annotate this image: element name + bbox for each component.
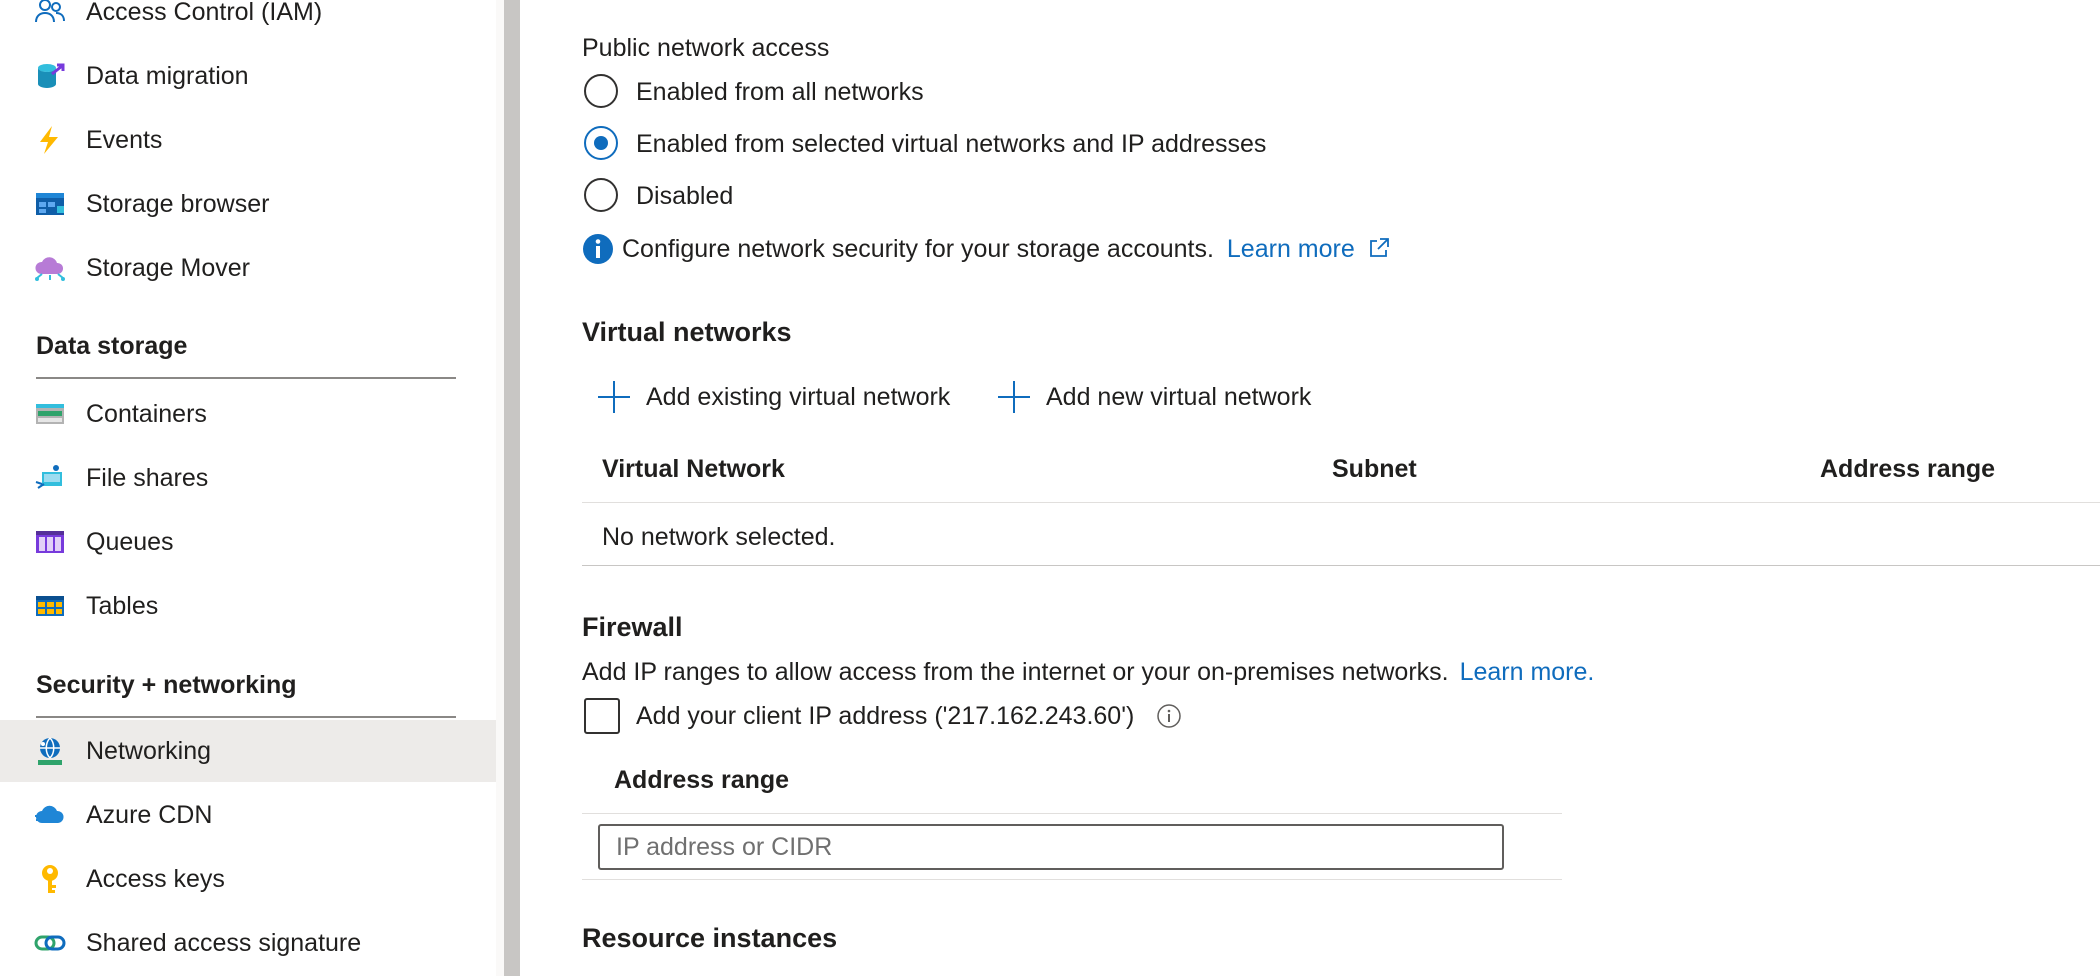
queues-icon: [34, 526, 66, 558]
sidebar-item-label: File shares: [86, 463, 209, 492]
sidebar-item-networking[interactable]: Networking: [0, 720, 496, 782]
firewall-table-divider: [582, 813, 1562, 814]
radio-label[interactable]: Disabled: [636, 182, 733, 211]
networking-settings-pane: Public network access Enabled from all n…: [520, 0, 2100, 976]
sidebar-item-access-control[interactable]: Access Control (IAM): [0, 0, 496, 43]
sidebar-item-events[interactable]: Events: [0, 109, 496, 171]
radio-enabled-selected-networks[interactable]: [584, 126, 618, 160]
firewall-description-line: Add IP ranges to allow access from the i…: [582, 658, 1594, 687]
info-text: Configure network security for your stor…: [622, 235, 1214, 263]
add-existing-virtual-network-button[interactable]: Add existing virtual network: [646, 383, 950, 412]
resource-menu-sidebar: Access Control (IAM) Data migration Even…: [0, 0, 496, 976]
access-keys-icon: [34, 863, 66, 895]
firewall-heading: Firewall: [582, 612, 683, 642]
sidebar-item-label: Containers: [86, 399, 207, 428]
sidebar-item-access-keys[interactable]: Access keys: [0, 848, 496, 910]
section-header-data-storage: Data storage: [36, 332, 188, 360]
sidebar-item-label: Access keys: [86, 864, 225, 893]
add-existing-plus-icon: [598, 381, 630, 413]
radio-enabled-all-networks[interactable]: [584, 74, 618, 108]
firewall-description: Add IP ranges to allow access from the i…: [582, 658, 1449, 686]
column-header-virtual-network[interactable]: Virtual Network: [602, 455, 785, 484]
shared-access-signature-icon: [34, 927, 66, 959]
events-bolt-icon: [34, 124, 66, 156]
azure-cdn-cloud-icon: [34, 799, 66, 831]
sidebar-item-label: Access Control (IAM): [86, 0, 323, 26]
sidebar-item-storage-browser[interactable]: Storage browser: [0, 173, 496, 235]
add-client-ip-checkbox[interactable]: [584, 698, 620, 734]
info-icon: [582, 233, 614, 265]
pane-resize-splitter[interactable]: [504, 0, 520, 976]
sidebar-item-data-migration[interactable]: Data migration: [0, 45, 496, 107]
sidebar-item-label: Azure CDN: [86, 800, 213, 829]
radio-label[interactable]: Enabled from all networks: [636, 78, 924, 107]
sidebar-edge: [496, 0, 504, 976]
radio-label[interactable]: Enabled from selected virtual networks a…: [636, 130, 1266, 159]
radio-disabled[interactable]: [584, 178, 618, 212]
tables-icon: [34, 590, 66, 622]
add-client-ip-label[interactable]: Add your client IP address ('217.162.243…: [636, 702, 1134, 731]
sidebar-item-label: Queues: [86, 527, 174, 556]
add-new-virtual-network-button[interactable]: Add new virtual network: [1046, 383, 1311, 412]
containers-icon: [34, 398, 66, 430]
sidebar-item-azure-cdn[interactable]: Azure CDN: [0, 784, 496, 846]
column-header-address-range[interactable]: Address range: [1820, 455, 1995, 484]
file-shares-icon: [34, 462, 66, 494]
sidebar-item-file-shares[interactable]: File shares: [0, 447, 496, 509]
sidebar-item-label: Storage Mover: [86, 253, 250, 282]
firewall-table-bottom-divider: [582, 879, 1562, 880]
storage-browser-icon: [34, 188, 66, 220]
public-network-access-label: Public network access: [582, 34, 830, 62]
empty-table-message: No network selected.: [602, 523, 836, 551]
section-divider: [36, 377, 456, 379]
column-header-firewall-address-range: Address range: [614, 766, 790, 794]
sidebar-item-tables[interactable]: Tables: [0, 575, 496, 637]
section-divider: [36, 716, 456, 718]
sidebar-item-label: Networking: [86, 736, 212, 765]
virtual-networks-heading: Virtual networks: [582, 317, 792, 347]
info-tooltip-icon[interactable]: [1156, 703, 1182, 729]
virtual-network-actions: Add existing virtual network Add new vir…: [596, 380, 1496, 414]
firewall-learn-more-link[interactable]: Learn more.: [1460, 658, 1595, 686]
sidebar-item-label: Storage browser: [86, 189, 270, 218]
sidebar-item-storage-mover[interactable]: Storage Mover: [0, 237, 496, 299]
section-header-security-networking: Security + networking: [36, 671, 297, 699]
sidebar-item-containers[interactable]: Containers: [0, 383, 496, 445]
iam-users-icon: [34, 0, 66, 28]
sidebar-item-shared-access-signature[interactable]: Shared access signature: [0, 912, 496, 974]
table-bottom-divider: [582, 565, 2100, 566]
sidebar-item-label: Shared access signature: [86, 928, 362, 957]
sidebar-item-label: Tables: [86, 591, 159, 620]
ip-address-cidr-input[interactable]: [598, 824, 1504, 870]
resource-instances-heading: Resource instances: [582, 923, 838, 953]
learn-more-link[interactable]: Learn more: [1227, 235, 1355, 263]
data-migration-icon: [34, 60, 66, 92]
sidebar-item-label: Data migration: [86, 61, 249, 90]
column-header-subnet[interactable]: Subnet: [1332, 455, 1417, 484]
networking-globe-icon: [34, 735, 66, 767]
add-new-plus-icon: [998, 381, 1030, 413]
storage-mover-icon: [34, 252, 66, 284]
table-header-divider: [582, 502, 2100, 503]
info-message: Configure network security for your stor…: [622, 235, 1390, 264]
external-link-icon[interactable]: [1368, 237, 1390, 259]
sidebar-item-label: Events: [86, 125, 163, 154]
sidebar-item-queues[interactable]: Queues: [0, 511, 496, 573]
